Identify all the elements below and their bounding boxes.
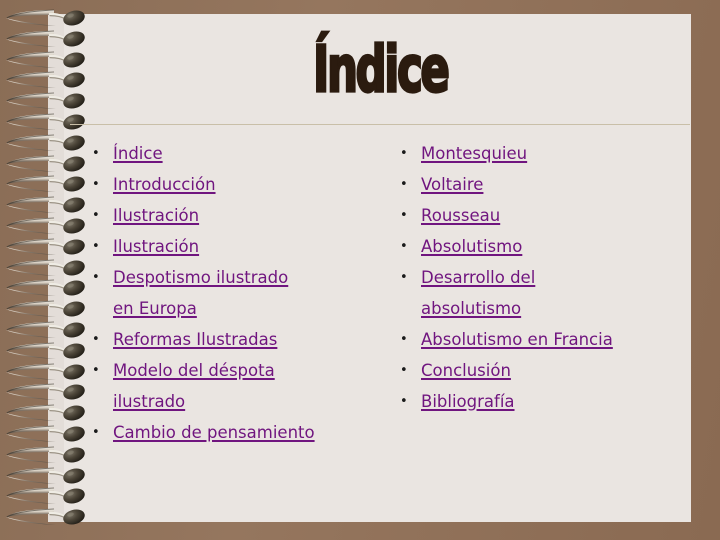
spiral-binding-ring bbox=[0, 505, 120, 531]
toc-link[interactable]: Desarrollo del bbox=[421, 268, 535, 287]
toc-right-column: Montesquieu Voltaire Rousseau Absolutismo De… bbox=[384, 138, 692, 417]
toc-item[interactable]: Reformas Ilustradas bbox=[92, 324, 384, 355]
toc-link[interactable]: Absolutismo bbox=[421, 237, 522, 256]
page-title: Índice bbox=[70, 33, 690, 107]
toc-link[interactable]: Reformas Ilustradas bbox=[113, 330, 277, 349]
toc-item[interactable]: Absolutismo bbox=[400, 231, 692, 262]
toc-left-column: Índice Introducción Ilustración Ilustración… bbox=[64, 138, 384, 448]
toc-link[interactable]: Despotismo ilustrado bbox=[113, 268, 288, 287]
toc-link[interactable]: Montesquieu bbox=[421, 144, 527, 163]
page-title-text: Índice bbox=[312, 33, 451, 107]
toc-link[interactable]: absolutismo bbox=[421, 299, 521, 318]
toc-item[interactable]: Voltaire bbox=[400, 169, 692, 200]
toc-item[interactable]: Índice bbox=[92, 138, 384, 169]
toc-item[interactable]: Cambio de pensamiento bbox=[92, 417, 384, 448]
toc-link[interactable]: en Europa bbox=[113, 299, 197, 318]
toc-link[interactable]: Voltaire bbox=[421, 175, 483, 194]
toc-item[interactable]: Modelo del déspota ilustrado bbox=[92, 355, 384, 417]
toc-item[interactable]: Conclusión bbox=[400, 355, 692, 386]
toc-left-list: Índice Introducción Ilustración Ilustración… bbox=[92, 138, 384, 448]
toc-link[interactable]: Conclusión bbox=[421, 361, 511, 380]
toc-item[interactable]: Bibliografía bbox=[400, 386, 692, 417]
toc-link[interactable]: Cambio de pensamiento bbox=[113, 423, 315, 442]
toc-link[interactable]: ilustrado bbox=[113, 392, 185, 411]
toc-link[interactable]: Bibliografía bbox=[421, 392, 515, 411]
toc-item[interactable]: Montesquieu bbox=[400, 138, 692, 169]
toc-link[interactable]: Índice bbox=[113, 144, 163, 163]
toc-item[interactable]: Ilustración bbox=[92, 200, 384, 231]
toc-item[interactable]: Absolutismo en Francia bbox=[400, 324, 692, 355]
toc-link[interactable]: Modelo del déspota bbox=[113, 361, 275, 380]
toc-item[interactable]: Despotismo ilustrado en Europa bbox=[92, 262, 384, 324]
toc-link[interactable]: Absolutismo en Francia bbox=[421, 330, 613, 349]
toc-item[interactable]: Desarrollo del absolutismo bbox=[400, 262, 692, 324]
toc-item[interactable]: Ilustración bbox=[92, 231, 384, 262]
title-divider bbox=[70, 124, 690, 125]
toc-link[interactable]: Ilustración bbox=[113, 206, 199, 225]
toc-item[interactable]: Introducción bbox=[92, 169, 384, 200]
toc-content: Índice Introducción Ilustración Ilustración… bbox=[64, 138, 692, 468]
toc-link[interactable]: Rousseau bbox=[421, 206, 500, 225]
toc-item[interactable]: Rousseau bbox=[400, 200, 692, 231]
toc-link[interactable]: Introducción bbox=[113, 175, 216, 194]
toc-link[interactable]: Ilustración bbox=[113, 237, 199, 256]
toc-right-list: Montesquieu Voltaire Rousseau Absolutismo De… bbox=[400, 138, 692, 417]
slide-canvas: Índice Índice Introducción Ilustración Ilus… bbox=[0, 0, 720, 540]
